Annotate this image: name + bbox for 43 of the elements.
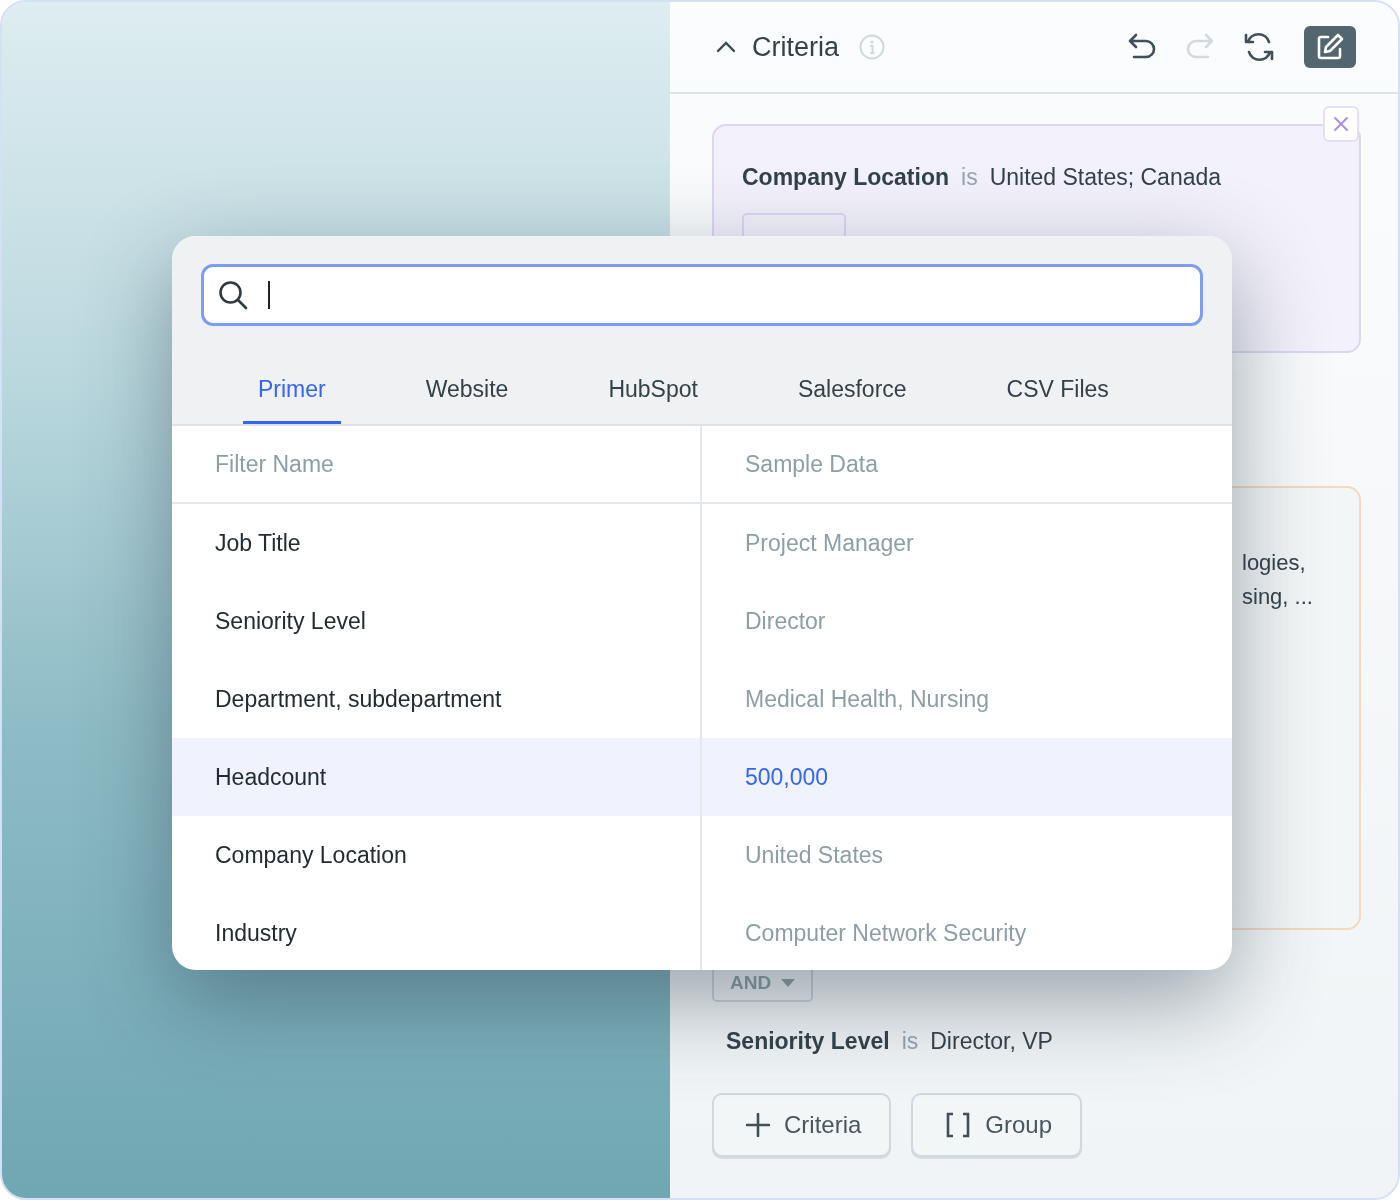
criterion-field: Company Location [742,164,949,191]
filter-name: Job Title [172,504,702,582]
filter-name: Company Location [172,816,702,894]
filter-row[interactable]: Seniority Level Director [172,582,1232,660]
filter-name: Industry [172,894,702,970]
criterion-value: United States; Canada [989,164,1222,191]
filter-name: Headcount [172,738,702,816]
search-icon [218,280,248,310]
criterion-value: logies, [1242,550,1307,576]
plus-icon [746,1113,770,1137]
column-header: Sample Data [744,449,879,479]
refresh-icon[interactable] [1242,30,1276,64]
sample-data: Medical Health, Nursing [744,684,991,714]
add-criteria-button[interactable]: Criteria [712,1093,892,1157]
text-cursor [268,281,270,309]
sample-data: Computer Network Security [744,918,1028,948]
criterion-field: Seniority Level [726,1028,890,1055]
column-header: Filter Name [172,426,702,502]
filter-name: Seniority Level [172,582,702,660]
edit-button[interactable] [1304,26,1356,68]
sample-data: 500,000 [744,762,830,792]
criterion-operator: is [901,1028,919,1055]
sample-data: Project Manager [744,528,915,558]
sample-data: United States [744,840,885,870]
close-icon [1333,116,1349,132]
filter-row[interactable]: Job Title Project Manager [172,504,1232,582]
criterion-value: sing, ... [1242,584,1314,610]
filter-row[interactable]: Company Location United States [172,816,1232,894]
caret-icon [781,979,796,987]
filter-row[interactable]: Headcount 500,000 [172,738,1232,816]
brackets-icon [945,1112,972,1138]
source-tab[interactable]: Website [410,358,524,424]
panel-title: Criteria [752,31,839,63]
criterion-value: Director, VP [930,1028,1053,1055]
source-tab[interactable]: HubSpot [593,358,713,424]
source-tab[interactable]: Primer [243,358,341,424]
source-tab[interactable]: Salesforce [782,358,922,424]
search-field[interactable] [201,264,1203,326]
source-tab[interactable]: CSV Files [991,358,1124,424]
chevron-up-icon[interactable] [716,41,736,53]
criterion-operator: is [961,164,978,191]
sample-data: Director [744,606,827,636]
add-group-button[interactable]: Group [911,1093,1083,1157]
